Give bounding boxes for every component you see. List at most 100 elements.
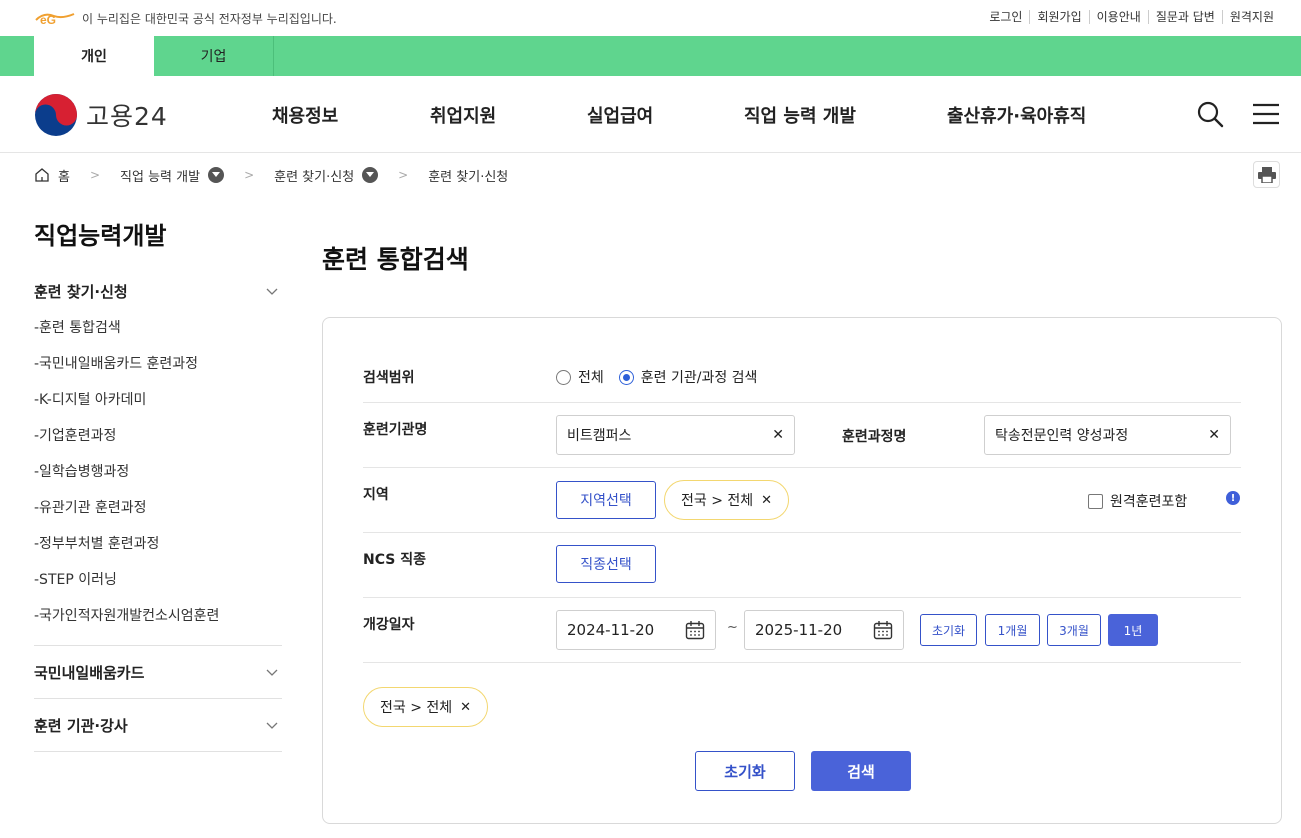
region-label: 지역 xyxy=(363,487,389,503)
chevron-right-icon: > xyxy=(398,168,409,182)
gnb-employment-support[interactable]: 취업지원 xyxy=(430,102,496,128)
egov-logo-icon: eG xyxy=(35,13,75,26)
taegeuk-logo-icon xyxy=(35,94,77,136)
start-date-label: 개강일자 xyxy=(363,617,415,633)
divider xyxy=(34,645,282,646)
divider xyxy=(363,402,1241,403)
ncs-select-button[interactable]: 직종선택 xyxy=(556,545,656,583)
chevron-right-icon: > xyxy=(89,168,101,182)
divider xyxy=(363,597,1241,598)
radio-circle xyxy=(556,369,571,385)
breadcrumb: 홈 > 직업 능력 개발 > 훈련 찾기·신청 > 훈련 찾기·신청 xyxy=(34,165,508,185)
date-from-field[interactable]: 2024-11-20 xyxy=(556,610,716,650)
breadcrumb-home[interactable]: 홈 xyxy=(34,166,70,185)
remote-support-link[interactable]: 원격지원 xyxy=(1221,10,1281,24)
date-to-field[interactable]: 2025-11-20 xyxy=(744,610,904,650)
ncs-label: NCS 직종 xyxy=(363,552,426,568)
divider xyxy=(363,662,1241,663)
lnb-item-integrated-search[interactable]: -훈련 통합검색 xyxy=(34,317,121,337)
svg-text:eG: eG xyxy=(40,13,56,26)
divider xyxy=(363,532,1241,533)
gnb-skills-development[interactable]: 직업 능력 개발 xyxy=(744,102,856,128)
tab-business[interactable]: 기업 xyxy=(154,36,274,76)
period-1year-button[interactable]: 1년 xyxy=(1108,614,1158,646)
institution-input-field[interactable] xyxy=(567,427,767,443)
search-icon[interactable] xyxy=(1196,100,1224,128)
clear-icon[interactable]: ✕ xyxy=(1208,427,1220,443)
print-button[interactable] xyxy=(1253,161,1280,188)
lnb-item-related-institutions[interactable]: -유관기관 훈련과정 xyxy=(34,497,147,517)
clear-icon[interactable]: ✕ xyxy=(772,427,784,443)
qna-link[interactable]: 질문과 답변 xyxy=(1147,10,1222,24)
lnb-group-training-search[interactable]: 훈련 찾기·신청 xyxy=(34,281,282,302)
institution-label: 훈련기관명 xyxy=(363,422,428,438)
breadcrumb-current: 훈련 찾기·신청 xyxy=(428,169,509,185)
home-icon xyxy=(35,168,49,182)
selected-filter-chip[interactable]: 전국 > 전체 ✕ xyxy=(363,687,489,727)
tab-personal[interactable]: 개인 xyxy=(34,36,154,76)
lnb-title: 직업능력개발 xyxy=(34,222,167,250)
lnb-item-corporate[interactable]: -기업훈련과정 xyxy=(34,425,116,445)
scope-all-radio[interactable]: 전체 xyxy=(556,367,604,387)
course-input-field[interactable] xyxy=(995,427,1203,443)
dropdown-icon[interactable] xyxy=(362,167,379,183)
date-separator: ~ xyxy=(727,620,738,635)
search-button[interactable]: 검색 xyxy=(811,751,911,791)
scope-institution-radio[interactable]: 훈련 기관/과정 검색 xyxy=(618,367,757,387)
utility-links: 로그인 회원가입 이용안내 질문과 답변 원격지원 xyxy=(982,10,1281,24)
divider xyxy=(363,467,1241,468)
chevron-down-icon xyxy=(266,669,278,676)
institution-input[interactable]: ✕ xyxy=(556,415,795,455)
radio-circle-selected xyxy=(618,369,634,385)
remote-training-checkbox[interactable]: 원격훈련포함 xyxy=(1088,491,1187,511)
close-icon[interactable]: ✕ xyxy=(460,700,471,715)
main-header: 고용24 채용정보 취업지원 실업급여 직업 능력 개발 출산휴가·육아휴직 xyxy=(0,76,1301,153)
course-input[interactable]: ✕ xyxy=(984,415,1231,455)
breadcrumb-level2[interactable]: 훈련 찾기·신청 xyxy=(274,166,379,185)
region-select-button[interactable]: 지역선택 xyxy=(556,481,656,519)
checkbox-box[interactable] xyxy=(1088,493,1103,509)
lnb-group-institutions-instructors[interactable]: 훈련 기관·강사 xyxy=(34,715,282,736)
divider xyxy=(34,698,282,699)
region-chip[interactable]: 전국 > 전체 ✕ xyxy=(664,480,790,520)
login-link[interactable]: 로그인 xyxy=(982,10,1029,24)
reset-button[interactable]: 초기화 xyxy=(695,751,795,791)
chevron-down-icon xyxy=(266,722,278,729)
period-reset-button[interactable]: 초기화 xyxy=(920,614,977,646)
chevron-right-icon: > xyxy=(244,168,255,182)
user-type-bar: 개인 기업 xyxy=(0,36,1301,76)
lnb-item-step-elearning[interactable]: -STEP 이러닝 xyxy=(34,569,117,589)
course-label: 훈련과정명 xyxy=(842,429,907,445)
info-icon[interactable]: ! xyxy=(1226,491,1240,505)
logo-text: 고용24 xyxy=(86,102,168,131)
gnb-parental-leave[interactable]: 출산휴가·육아휴직 xyxy=(947,102,1086,128)
printer-icon xyxy=(1257,166,1276,183)
period-3month-button[interactable]: 3개월 xyxy=(1047,614,1101,646)
lnb-item-government-ministries[interactable]: -정부부처별 훈련과정 xyxy=(34,533,159,553)
menu-icon[interactable] xyxy=(1252,100,1280,128)
signup-link[interactable]: 회원가입 xyxy=(1029,10,1088,24)
lnb-item-k-digital[interactable]: -K-디지털 아카데미 xyxy=(34,389,146,409)
close-icon[interactable]: ✕ xyxy=(761,493,772,508)
period-1month-button[interactable]: 1개월 xyxy=(985,614,1040,646)
lnb-item-consortium[interactable]: -국가인적자원개발컨소시엄훈련 xyxy=(34,605,219,625)
guide-link[interactable]: 이용안내 xyxy=(1088,10,1148,24)
page-title: 훈련 통합검색 xyxy=(322,245,469,274)
divider xyxy=(34,751,282,752)
lnb-item-work-study[interactable]: -일학습병행과정 xyxy=(34,461,129,481)
scope-radio-group: 전체 훈련 기관/과정 검색 xyxy=(556,367,757,387)
search-form: 검색범위 전체 훈련 기관/과정 검색 훈련기관명 ✕ 훈련과정명 ✕ 지역 지… xyxy=(322,317,1282,824)
breadcrumb-level1[interactable]: 직업 능력 개발 xyxy=(120,166,225,185)
chevron-down-icon xyxy=(266,288,278,295)
gnb-jobs[interactable]: 채용정보 xyxy=(272,102,338,128)
site-logo[interactable]: 고용24 xyxy=(34,93,168,137)
dropdown-icon[interactable] xyxy=(208,167,225,183)
calendar-icon[interactable] xyxy=(873,620,893,640)
gov-banner: eG 이 누리집은 대한민국 공식 전자정부 누리집입니다. 로그인 회원가입 … xyxy=(0,0,1301,36)
lnb-item-card-courses[interactable]: -국민내일배움카드 훈련과정 xyxy=(34,353,198,373)
scope-label: 검색범위 xyxy=(363,370,415,386)
lnb-group-learning-card[interactable]: 국민내일배움카드 xyxy=(34,662,282,683)
calendar-icon[interactable] xyxy=(685,620,705,640)
gov-banner-text: 이 누리집은 대한민국 공식 전자정부 누리집입니다. xyxy=(82,12,337,26)
gnb-unemployment-benefit[interactable]: 실업급여 xyxy=(587,102,653,128)
